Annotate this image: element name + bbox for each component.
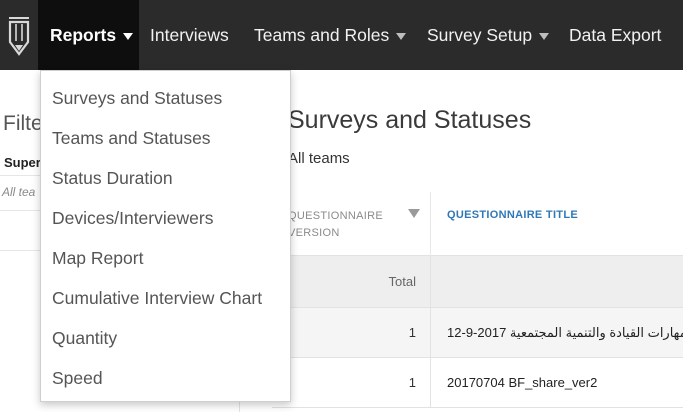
page-subtitle: All teams xyxy=(288,150,350,167)
surveys-table: QUESTIONNAIRE VERSION QUESTIONNAIRE TITL… xyxy=(272,192,683,408)
nav-interviews[interactable]: Interviews xyxy=(150,0,229,70)
nav-data-export-label: Data Export xyxy=(569,24,662,45)
chevron-down-icon xyxy=(396,32,407,40)
menu-item-cumulative-interview-chart[interactable]: Cumulative Interview Chart xyxy=(52,288,262,309)
nav-reports-label: Reports xyxy=(50,24,117,45)
pencil-logo-icon[interactable] xyxy=(0,0,38,70)
supervisor-filter-value[interactable]: All tea xyxy=(2,185,35,199)
column-divider xyxy=(430,192,431,256)
title-cell[interactable]: بناء مهارات القيادة والتنمية المجتمعية 2… xyxy=(447,308,683,357)
page-title: Surveys and Statuses xyxy=(288,106,532,134)
nav-teams-and-roles[interactable]: Teams and Roles xyxy=(254,0,407,70)
supervisor-filter-label: Super xyxy=(4,155,41,170)
reports-dropdown-menu: Surveys and Statuses Teams and Statuses … xyxy=(40,70,291,402)
nav-survey-setup[interactable]: Survey Setup xyxy=(427,0,550,70)
column-header-version[interactable]: QUESTIONNAIRE VERSION xyxy=(288,208,408,242)
nav-survey-setup-label: Survey Setup xyxy=(427,24,533,45)
sort-desc-icon[interactable] xyxy=(408,209,420,218)
table-row[interactable]: 1 20170704 BF_share_ver2 xyxy=(272,358,683,408)
column-divider xyxy=(430,358,431,407)
nav-reports[interactable]: Reports xyxy=(38,0,139,70)
chevron-down-icon xyxy=(123,32,134,40)
menu-item-teams-and-statuses[interactable]: Teams and Statuses xyxy=(52,128,211,149)
table-row[interactable]: 1 بناء مهارات القيادة والتنمية المجتمعية… xyxy=(272,308,683,358)
column-header-title[interactable]: QUESTIONNAIRE TITLE xyxy=(447,209,578,221)
total-label: Total xyxy=(388,274,416,289)
filters-title: Filte xyxy=(3,112,43,135)
nav-interviews-label: Interviews xyxy=(150,24,229,45)
menu-item-quantity[interactable]: Quantity xyxy=(52,328,117,349)
version-cell: 1 xyxy=(408,325,416,340)
chevron-down-icon xyxy=(539,32,550,40)
title-cell[interactable]: 20170704 BF_share_ver2 xyxy=(447,358,597,407)
menu-item-surveys-and-statuses[interactable]: Surveys and Statuses xyxy=(52,88,222,109)
menu-item-map-report[interactable]: Map Report xyxy=(52,248,143,269)
menu-item-status-duration[interactable]: Status Duration xyxy=(52,168,173,189)
nav-teams-label: Teams and Roles xyxy=(254,24,390,45)
menu-item-speed[interactable]: Speed xyxy=(52,368,103,389)
table-row-total: Total xyxy=(272,256,683,308)
column-divider xyxy=(430,308,431,357)
table-header: QUESTIONNAIRE VERSION QUESTIONNAIRE TITL… xyxy=(272,192,683,256)
column-divider xyxy=(430,256,431,307)
version-cell: 1 xyxy=(408,375,416,390)
menu-item-devices-interviewers[interactable]: Devices/Interviewers xyxy=(52,208,213,229)
top-navbar: Reports Interviews Teams and Roles Surve… xyxy=(0,0,683,70)
nav-data-export[interactable]: Data Export xyxy=(569,0,661,70)
